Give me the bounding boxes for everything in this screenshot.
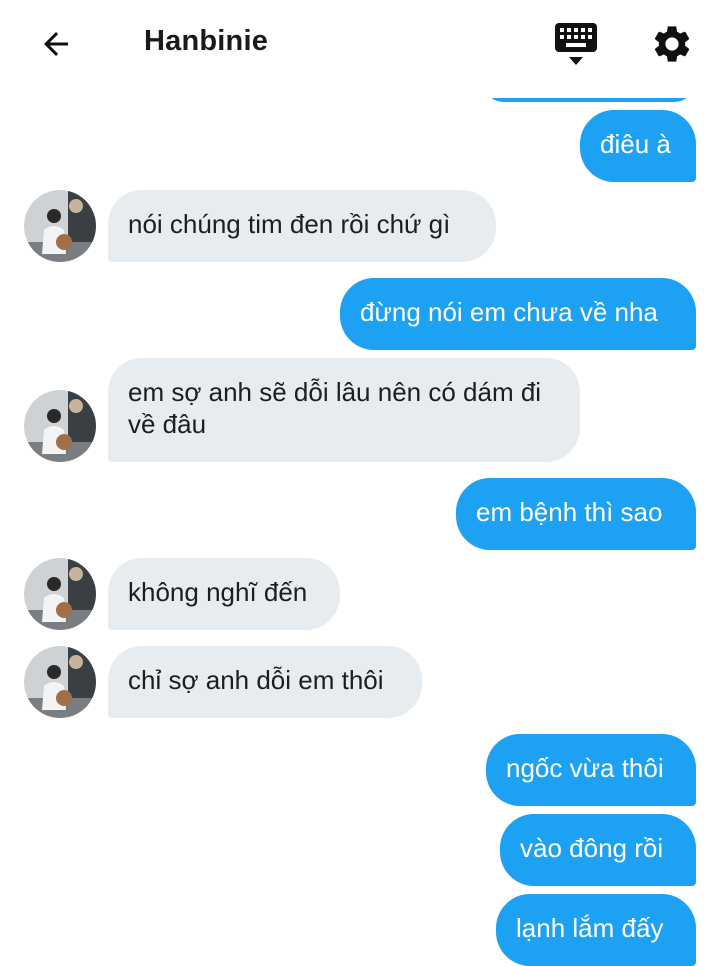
arrow-left-icon	[44, 32, 68, 56]
avatar-photo	[24, 390, 96, 462]
received-message[interactable]: nói chúng tim đen rồi chứ gì	[108, 190, 496, 262]
avatar[interactable]	[24, 190, 96, 262]
avatar-photo	[24, 646, 96, 718]
sent-message[interactable]: vào đông rồi	[500, 814, 696, 886]
keyboard-icon	[555, 23, 597, 65]
chat-header: Hanbinie	[0, 0, 720, 92]
avatar-photo	[24, 190, 96, 262]
sent-message[interactable]: đừng nói em chưa về nha	[340, 278, 696, 350]
gear-icon	[654, 26, 690, 62]
sent-message[interactable]: ngốc vừa thôi	[486, 734, 696, 806]
avatar-photo	[24, 558, 96, 630]
back-button[interactable]	[32, 22, 80, 66]
settings-button[interactable]	[648, 20, 696, 68]
sent-message[interactable]: điêu à	[580, 110, 696, 182]
avatar[interactable]	[24, 646, 96, 718]
avatar[interactable]	[24, 558, 96, 630]
avatar[interactable]	[24, 390, 96, 462]
received-message[interactable]: chỉ sợ anh dỗi em thôi	[108, 646, 422, 718]
sent-message[interactable]: em bệnh thì sao	[456, 478, 696, 550]
received-message[interactable]: em sợ anh sẽ dỗi lâu nên có dám đi về đâ…	[108, 358, 580, 462]
keyboard-button[interactable]	[552, 22, 600, 70]
received-message[interactable]: không nghĩ đến	[108, 558, 340, 630]
sent-message[interactable]: lạnh lắm đấy	[496, 894, 696, 966]
conversation-title: Hanbinie	[144, 25, 269, 57]
